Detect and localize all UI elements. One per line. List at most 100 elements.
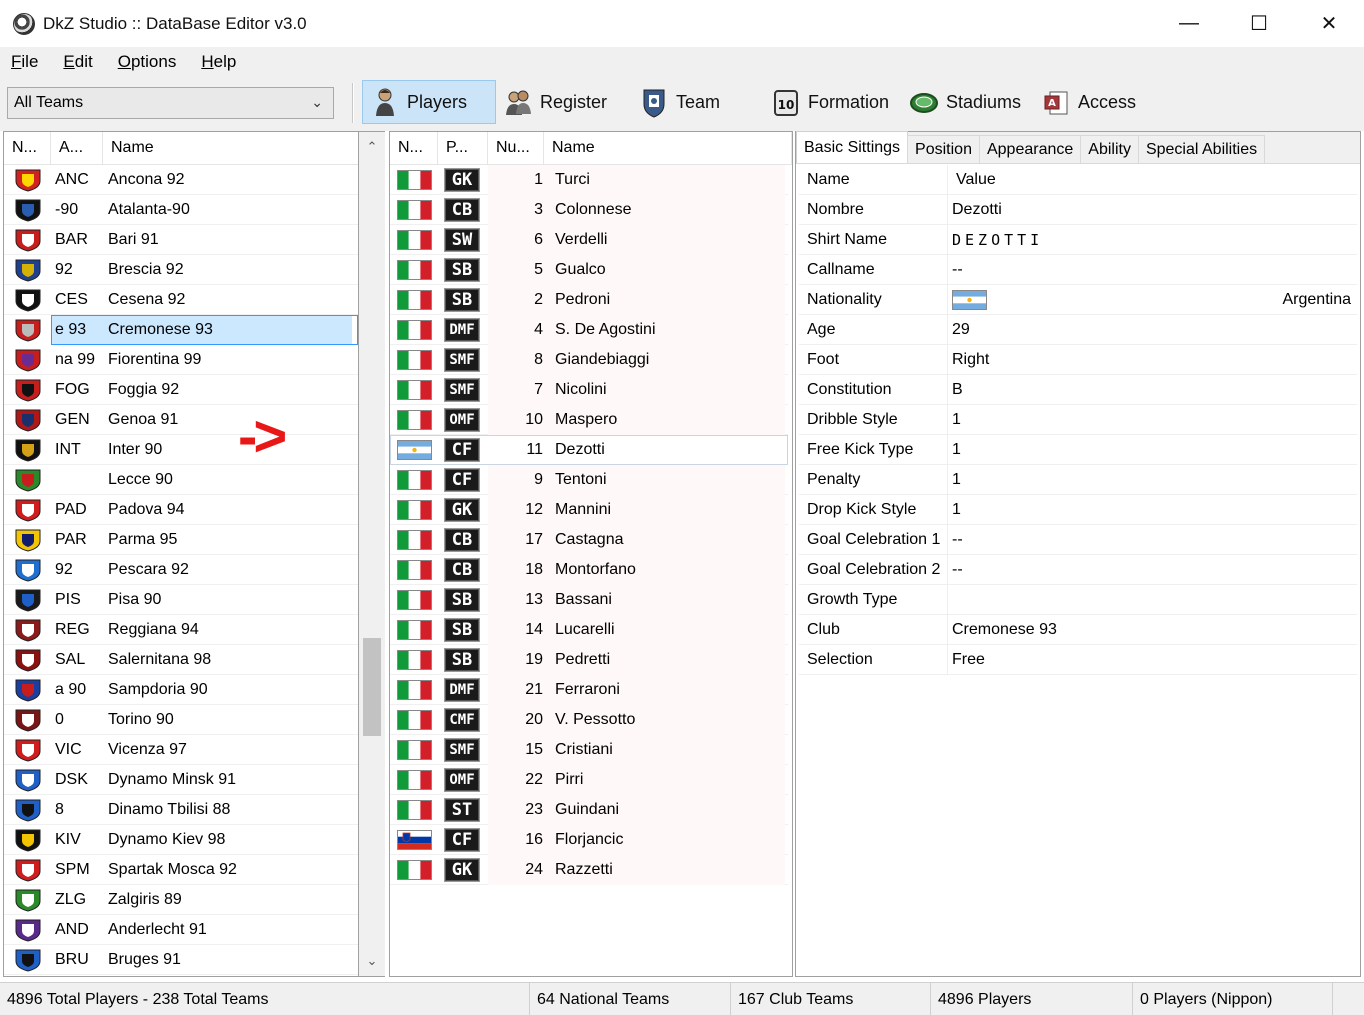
tab-basic-sittings[interactable]: Basic Sittings [796, 131, 909, 163]
player-row[interactable]: CF 11 Dezotti [390, 434, 788, 465]
team-row[interactable]: KIV Dynamo Kiev 98 [4, 825, 358, 855]
menu-help[interactable]: Help [201, 52, 236, 72]
team-row[interactable]: PAD Padova 94 [4, 495, 358, 525]
property-row[interactable]: Nationality Argentina [799, 284, 1357, 315]
player-row[interactable]: CB 3 Colonnese [390, 194, 788, 225]
team-row[interactable]: REG Reggiana 94 [4, 615, 358, 645]
player-row[interactable]: SB 14 Lucarelli [390, 614, 788, 645]
property-row[interactable]: Club Cremonese 93 [799, 614, 1357, 645]
player-row[interactable]: SW 6 Verdelli [390, 224, 788, 255]
player-row[interactable]: CMF 20 V. Pessotto [390, 704, 788, 735]
property-value[interactable]: -- [948, 555, 1357, 585]
team-row[interactable]: e 93 Cremonese 93 [4, 314, 358, 345]
team-row[interactable]: AND Anderlecht 91 [4, 915, 358, 945]
column-header-number[interactable]: Nu... [488, 132, 544, 165]
property-value[interactable]: Right [948, 345, 1357, 375]
team-row[interactable]: SPM Spartak Mosca 92 [4, 855, 358, 885]
property-row[interactable]: Foot Right [799, 344, 1357, 375]
team-row[interactable]: BAR Bari 91 [4, 225, 358, 255]
player-row[interactable]: GK 1 Turci [390, 164, 788, 195]
property-value[interactable]: 1 [948, 495, 1357, 525]
team-row[interactable]: Lecce 90 [4, 465, 358, 495]
tab-appearance[interactable]: Appearance [978, 135, 1082, 163]
property-value[interactable]: 29 [948, 315, 1357, 345]
property-value[interactable]: 1 [948, 465, 1357, 495]
menu-file[interactable]: File [11, 52, 38, 72]
property-row[interactable]: Goal Celebration 1 -- [799, 524, 1357, 555]
team-button[interactable]: Team [632, 80, 742, 124]
property-value[interactable]: Dezotti [948, 195, 1357, 225]
property-value[interactable]: Cremonese 93 [948, 615, 1357, 645]
team-row[interactable]: CES Cesena 92 [4, 285, 358, 315]
team-row[interactable]: PAR Parma 95 [4, 525, 358, 555]
player-row[interactable]: SB 13 Bassani [390, 584, 788, 615]
team-row[interactable]: na 99 Fiorentina 99 [4, 345, 358, 375]
player-row[interactable]: CF 16 Florjancic [390, 824, 788, 855]
property-value[interactable]: DEZOTTI [948, 225, 1357, 255]
scrollbar-thumb[interactable] [363, 638, 381, 736]
column-header-nation[interactable]: N... [4, 132, 51, 165]
player-row[interactable]: GK 12 Mannini [390, 494, 788, 525]
tab-ability[interactable]: Ability [1080, 135, 1139, 163]
menu-edit[interactable]: Edit [63, 52, 92, 72]
team-row[interactable]: -90 Atalanta-90 [4, 195, 358, 225]
access-button[interactable]: A Access [1034, 80, 1154, 124]
property-row[interactable]: Nombre Dezotti [799, 194, 1357, 225]
property-row[interactable]: Growth Type [799, 584, 1357, 615]
team-row[interactable]: 8 Dinamo Tbilisi 88 [4, 795, 358, 825]
menu-options[interactable]: Options [118, 52, 177, 72]
property-row[interactable]: Callname -- [799, 254, 1357, 285]
player-row[interactable]: SB 19 Pedretti [390, 644, 788, 675]
register-button[interactable]: Register [496, 80, 616, 124]
player-row[interactable]: SMF 8 Giandebiaggi [390, 344, 788, 375]
team-row[interactable]: ZLG Zalgiris 89 [4, 885, 358, 915]
property-row[interactable]: Drop Kick Style 1 [799, 494, 1357, 525]
player-row[interactable]: DMF 21 Ferraroni [390, 674, 788, 705]
column-header-position[interactable]: P... [438, 132, 488, 165]
player-row[interactable]: SB 2 Pedroni [390, 284, 788, 315]
player-row[interactable]: CB 18 Montorfano [390, 554, 788, 585]
column-header-name[interactable]: Name [103, 132, 358, 165]
tab-position[interactable]: Position [907, 135, 980, 163]
team-row[interactable]: FOG Foggia 92 [4, 375, 358, 405]
scroll-down-icon[interactable]: ⌄ [359, 946, 385, 976]
property-value[interactable]: 1 [948, 435, 1357, 465]
player-row[interactable]: OMF 10 Maspero [390, 404, 788, 435]
team-row[interactable]: DSK Dynamo Minsk 91 [4, 765, 358, 795]
close-icon[interactable]: ✕ [1294, 0, 1364, 47]
team-row[interactable]: INT Inter 90 [4, 435, 358, 465]
player-row[interactable]: SB 5 Gualco [390, 254, 788, 285]
team-row[interactable]: 92 Pescara 92 [4, 555, 358, 585]
property-value[interactable]: 1 [948, 405, 1357, 435]
scroll-up-icon[interactable]: ⌃ [359, 132, 385, 162]
property-row[interactable]: Dribble Style 1 [799, 404, 1357, 435]
property-row[interactable]: Goal Celebration 2 -- [799, 554, 1357, 585]
property-value[interactable] [948, 585, 1357, 615]
property-row[interactable]: Constitution B [799, 374, 1357, 405]
property-value[interactable]: -- [948, 255, 1357, 285]
player-row[interactable]: OMF 22 Pirri [390, 764, 788, 795]
player-row[interactable]: SMF 7 Nicolini [390, 374, 788, 405]
team-row[interactable]: 0 Torino 90 [4, 705, 358, 735]
team-row[interactable]: GEN Genoa 91 [4, 405, 358, 435]
team-row[interactable]: VIC Vicenza 97 [4, 735, 358, 765]
team-row[interactable]: BRU Bruges 91 [4, 945, 358, 975]
team-row[interactable]: ANC Ancona 92 [4, 165, 358, 195]
teams-list-scrollbar[interactable]: ⌃ ⌄ [359, 131, 385, 977]
team-row[interactable]: 92 Brescia 92 [4, 255, 358, 285]
players-button[interactable]: Players [362, 80, 496, 124]
column-header-abbr[interactable]: A... [51, 132, 103, 165]
column-header-nationality[interactable]: N... [390, 132, 438, 165]
property-value[interactable]: -- [948, 525, 1357, 555]
property-row[interactable]: Penalty 1 [799, 464, 1357, 495]
minimize-icon[interactable]: — [1154, 0, 1224, 47]
player-row[interactable]: SMF 15 Cristiani [390, 734, 788, 765]
formation-button[interactable]: 10 Formation [764, 80, 904, 124]
maximize-icon[interactable]: ☐ [1224, 0, 1294, 47]
property-value[interactable]: Free [948, 645, 1357, 675]
player-row[interactable]: CF 9 Tentoni [390, 464, 788, 495]
property-row[interactable]: Free Kick Type 1 [799, 434, 1357, 465]
player-row[interactable]: DMF 4 S. De Agostini [390, 314, 788, 345]
player-row[interactable]: ST 23 Guindani [390, 794, 788, 825]
property-value[interactable]: Argentina [948, 285, 1357, 315]
